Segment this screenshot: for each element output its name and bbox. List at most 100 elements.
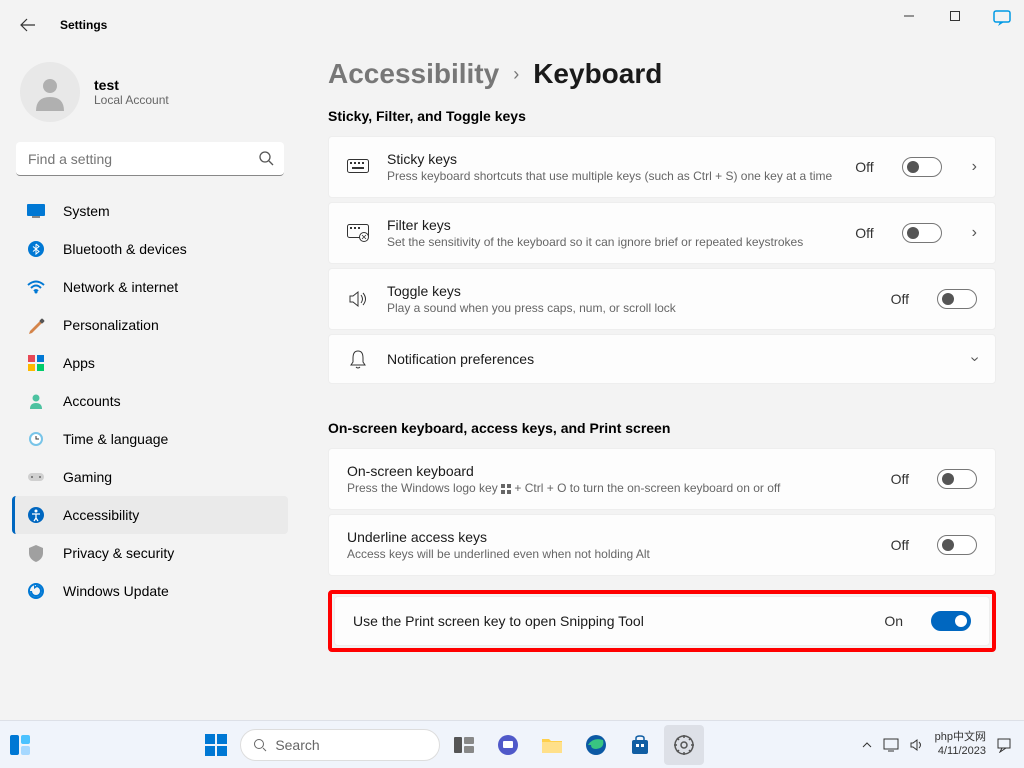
nav-label: Time & language: [63, 431, 168, 447]
nav-label: Windows Update: [63, 583, 169, 599]
bell-icon: [347, 349, 369, 369]
breadcrumb-parent[interactable]: Accessibility: [328, 58, 499, 90]
filter-keys-row[interactable]: Filter keys Set the sensitivity of the k…: [328, 202, 996, 264]
chevron-right-icon: ›: [972, 158, 977, 176]
chat-button[interactable]: [488, 725, 528, 765]
section-heading-1: Sticky, Filter, and Toggle keys: [328, 108, 996, 124]
nav-system[interactable]: System: [12, 192, 288, 230]
underline-toggle[interactable]: [937, 535, 977, 555]
nav-label: Privacy & security: [63, 545, 174, 561]
card-title: Sticky keys: [387, 151, 837, 167]
nav-network[interactable]: Network & internet: [12, 268, 288, 306]
clock[interactable]: php中文网 4/11/2023: [935, 731, 986, 757]
search-icon: [253, 738, 267, 752]
widgets-button[interactable]: [0, 725, 40, 765]
search-placeholder: Search: [275, 737, 319, 753]
sticky-keys-row[interactable]: Sticky keys Press keyboard shortcuts tha…: [328, 136, 996, 198]
chevron-down-icon: ›: [965, 356, 983, 361]
card-desc: Set the sensitivity of the keyboard so i…: [387, 235, 837, 249]
maximize-button[interactable]: [932, 0, 978, 32]
status-label: On: [884, 613, 903, 629]
start-button[interactable]: [196, 725, 236, 765]
user-account-type: Local Account: [94, 93, 169, 107]
underline-access-keys-row: Underline access keys Access keys will b…: [328, 514, 996, 576]
nav-label: System: [63, 203, 110, 219]
notifications-icon[interactable]: [996, 737, 1012, 753]
nav-label: Bluetooth & devices: [63, 241, 187, 257]
nav-list: System Bluetooth & devices Network & int…: [12, 192, 288, 610]
chevron-right-icon: ›: [513, 64, 519, 85]
back-button[interactable]: [8, 5, 48, 45]
edge-button[interactable]: [576, 725, 616, 765]
nav-update[interactable]: Windows Update: [12, 572, 288, 610]
keyboard-icon: [347, 159, 369, 175]
taskbar-search[interactable]: Search: [240, 729, 440, 761]
shield-icon: [27, 544, 45, 562]
notification-preferences-row[interactable]: Notification preferences ›: [328, 334, 996, 384]
nav-label: Gaming: [63, 469, 112, 485]
status-label: Off: [891, 471, 909, 487]
speaker-icon: [347, 290, 369, 308]
toggle-keys-row: Toggle keys Play a sound when you press …: [328, 268, 996, 330]
nav-label: Network & internet: [63, 279, 178, 295]
main-content: Accessibility › Keyboard Sticky, Filter,…: [300, 50, 1024, 720]
nav-privacy[interactable]: Privacy & security: [12, 534, 288, 572]
minimize-button[interactable]: [886, 0, 932, 32]
card-title: Notification preferences: [387, 351, 942, 367]
update-icon: [27, 582, 45, 600]
user-block[interactable]: test Local Account: [12, 50, 288, 142]
search-box: [16, 142, 284, 176]
brush-icon: [27, 316, 45, 334]
monitor-icon[interactable]: [883, 738, 899, 752]
nav-label: Apps: [63, 355, 95, 371]
card-title: Filter keys: [387, 217, 837, 233]
avatar: [20, 62, 80, 122]
status-label: Off: [891, 537, 909, 553]
card-title: Use the Print screen key to open Snippin…: [353, 613, 866, 629]
taskbar: Search php中文网 4/11/2023: [0, 720, 1024, 768]
onscreen-keyboard-row: On-screen keyboard Press the Windows log…: [328, 448, 996, 510]
page-title: Keyboard: [533, 58, 662, 90]
nav-accessibility[interactable]: Accessibility: [12, 496, 288, 534]
nav-personalization[interactable]: Personalization: [12, 306, 288, 344]
task-view-button[interactable]: [444, 725, 484, 765]
app-title: Settings: [60, 18, 107, 32]
status-label: Off: [855, 225, 873, 241]
system-tray[interactable]: php中文网 4/11/2023: [861, 731, 1024, 757]
toggle-keys-toggle[interactable]: [937, 289, 977, 309]
search-input[interactable]: [16, 142, 284, 176]
date-text: 4/11/2023: [935, 745, 986, 758]
clock-icon: [27, 430, 45, 448]
card-desc: Play a sound when you press caps, num, o…: [387, 301, 873, 315]
person-icon: [31, 73, 69, 111]
status-label: Off: [891, 291, 909, 307]
filter-keys-toggle[interactable]: [902, 223, 942, 243]
volume-icon[interactable]: [909, 738, 925, 752]
apps-icon: [27, 354, 45, 372]
nav-apps[interactable]: Apps: [12, 344, 288, 382]
status-label: Off: [855, 159, 873, 175]
sticky-keys-toggle[interactable]: [902, 157, 942, 177]
chevron-right-icon: ›: [972, 224, 977, 242]
sidebar: test Local Account System Bluetooth & de…: [0, 50, 300, 720]
breadcrumb: Accessibility › Keyboard: [328, 58, 996, 90]
store-button[interactable]: [620, 725, 660, 765]
section-heading-2: On-screen keyboard, access keys, and Pri…: [328, 420, 996, 436]
keyboard-filter-icon: [347, 224, 369, 242]
nav-gaming[interactable]: Gaming: [12, 458, 288, 496]
settings-button[interactable]: [664, 725, 704, 765]
explorer-button[interactable]: [532, 725, 572, 765]
card-desc: Access keys will be underlined even when…: [347, 547, 873, 561]
printscreen-toggle[interactable]: [931, 611, 971, 631]
chat-icon[interactable]: [992, 8, 1012, 28]
nav-accounts[interactable]: Accounts: [12, 382, 288, 420]
search-icon[interactable]: [258, 150, 274, 166]
chevron-up-icon[interactable]: [861, 739, 873, 751]
osk-toggle[interactable]: [937, 469, 977, 489]
system-icon: [27, 202, 45, 220]
nav-label: Accessibility: [63, 507, 139, 523]
nav-bluetooth[interactable]: Bluetooth & devices: [12, 230, 288, 268]
nav-time[interactable]: Time & language: [12, 420, 288, 458]
highlight-annotation: Use the Print screen key to open Snippin…: [328, 590, 996, 652]
card-title: Toggle keys: [387, 283, 873, 299]
